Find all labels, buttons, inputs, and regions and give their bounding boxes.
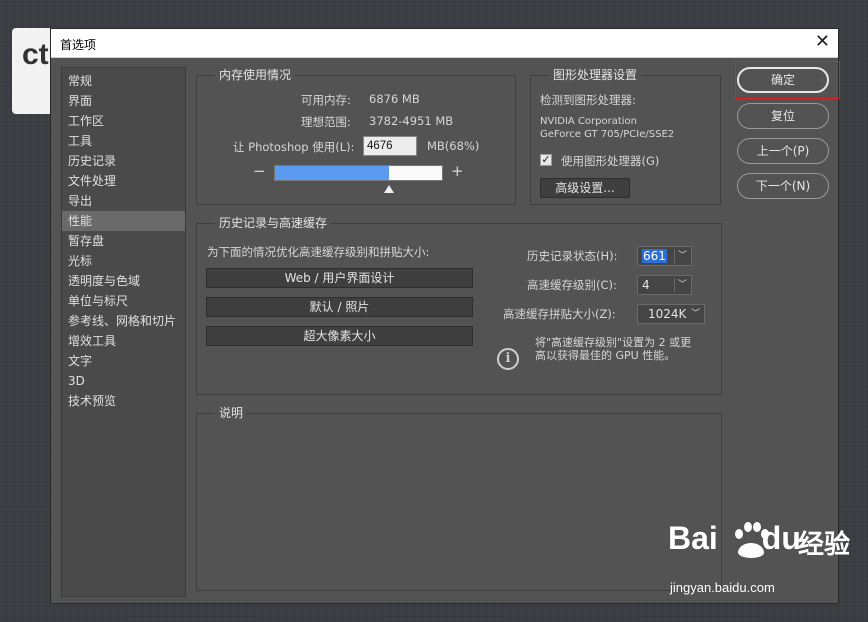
chevron-down-icon[interactable]: ﹀ <box>678 247 687 265</box>
title-bar: 首选项 ✕ <box>51 29 838 58</box>
gpu-tip-line2: 高以获得最佳的 GPU 性能。 <box>535 349 676 362</box>
memory-usage-input[interactable] <box>363 136 417 156</box>
sidebar-item[interactable]: 工作区 <box>62 111 185 131</box>
description-group: 说明 <box>196 406 722 591</box>
next-button[interactable]: 下一个(N) <box>737 173 829 199</box>
memory-slider-fill <box>275 166 389 180</box>
let-photoshop-use-label: 让 Photoshop 使用(L): <box>233 140 355 154</box>
sidebar-item[interactable]: 常规 <box>62 71 185 91</box>
description-title: 说明 <box>215 406 248 420</box>
increase-icon[interactable]: + <box>451 164 464 179</box>
tile-size-label: 高速缓存拼贴大小(Z): <box>503 307 616 321</box>
optimize-label: 为下面的情况优化高速缓存级别和拼贴大小: <box>207 245 430 259</box>
history-cache-title: 历史记录与高速缓存 <box>215 216 332 230</box>
watermark-url: jingyan.baidu.com <box>670 580 775 595</box>
sidebar-item[interactable]: 透明度与色域 <box>62 271 185 291</box>
sidebar-item[interactable]: 3D <box>62 371 185 391</box>
tile-size-select[interactable]: 1024K ﹀ <box>637 304 705 324</box>
chevron-down-icon[interactable]: ﹀ <box>678 276 687 294</box>
gpu-model: GeForce GT 705/PCIe/SSE2 <box>540 129 675 140</box>
sidebar-item[interactable]: 增效工具 <box>62 331 185 351</box>
sidebar-item[interactable]: 历史记录 <box>62 151 185 171</box>
close-icon[interactable]: ✕ <box>815 32 830 52</box>
sidebar-item[interactable]: 光标 <box>62 251 185 271</box>
paw-icon <box>735 522 769 558</box>
dialog-title: 首选项 <box>60 38 97 52</box>
history-states-label: 历史记录状态(H): <box>527 249 618 263</box>
preferences-sidebar: 常规 界面 工作区 工具 历史记录 文件处理 导出 性能 暂存盘 光标 透明度与色域 单位与标尺 参考线… <box>61 67 186 597</box>
tile-size-value: 1024K <box>648 307 687 321</box>
cache-levels-select[interactable]: 4 ﹀ <box>637 275 692 295</box>
sidebar-item[interactable]: 暂存盘 <box>62 231 185 251</box>
memory-slider-thumb[interactable] <box>383 185 394 193</box>
memory-usage-percent: MB(68%) <box>427 139 480 153</box>
decrease-icon[interactable]: − <box>253 164 266 179</box>
gpu-settings-title: 图形处理器设置 <box>549 68 642 82</box>
sidebar-item[interactable]: 导出 <box>62 191 185 211</box>
cache-levels-value: 4 <box>642 278 650 292</box>
sidebar-item[interactable]: 文字 <box>62 351 185 371</box>
gpu-vendor: NVIDIA Corporation <box>540 116 638 127</box>
info-icon: i <box>497 348 519 370</box>
sidebar-item[interactable]: 参考线、网格和切片 <box>62 311 185 331</box>
advanced-settings-button[interactable]: 高级设置... <box>540 178 630 198</box>
sidebar-item[interactable]: 界面 <box>62 91 185 111</box>
ideal-range-label: 理想范围: <box>301 115 351 129</box>
watermark-brand: 经验 <box>798 530 851 560</box>
available-memory-label: 可用内存: <box>301 93 351 107</box>
background-card-text: ct <box>22 38 49 71</box>
history-cache-group: 历史记录与高速缓存 为下面的情况优化高速缓存级别和拼贴大小: Web / 用户界… <box>196 216 722 395</box>
available-memory-value: 6876 MB <box>369 92 420 106</box>
history-states-value: 661 <box>642 249 667 263</box>
history-states-field[interactable]: 661 ﹀ <box>637 246 692 266</box>
field-divider <box>674 249 675 263</box>
sidebar-item[interactable]: 工具 <box>62 131 185 151</box>
previous-button[interactable]: 上一个(P) <box>737 138 829 164</box>
reset-button[interactable]: 复位 <box>737 103 829 129</box>
sidebar-item[interactable]: 技术预览 <box>62 391 185 411</box>
cache-levels-label: 高速缓存级别(C): <box>527 278 617 292</box>
use-gpu-checkbox[interactable]: ✓ <box>540 154 552 166</box>
memory-slider[interactable] <box>274 165 443 181</box>
preset-web-ui-button[interactable]: Web / 用户界面设计 <box>206 268 473 288</box>
sidebar-item[interactable]: 文件处理 <box>62 171 185 191</box>
gpu-settings-group: 图形处理器设置 检测到图形处理器: NVIDIA Corporation GeF… <box>530 68 721 205</box>
gpu-detected-label: 检测到图形处理器: <box>540 93 636 107</box>
chevron-down-icon[interactable]: ﹀ <box>691 305 700 323</box>
ok-button[interactable]: 确定 <box>737 67 829 93</box>
memory-usage-group: 内存使用情况 可用内存: 6876 MB 理想范围: 3782-4951 MB … <box>196 68 516 205</box>
memory-usage-title: 内存使用情况 <box>215 68 296 82</box>
use-gpu-label: 使用图形处理器(G) <box>561 154 660 168</box>
baidu-jingyan-watermark: Bai du 经验 jingyan.baidu.com <box>668 520 858 600</box>
sidebar-item[interactable]: 单位与标尺 <box>62 291 185 311</box>
preset-huge-pixel-button[interactable]: 超大像素大小 <box>206 326 473 346</box>
preset-default-photo-button[interactable]: 默认 / 照片 <box>206 297 473 317</box>
sidebar-item[interactable]: 性能 <box>62 211 185 231</box>
ideal-range-value: 3782-4951 MB <box>369 114 454 128</box>
preferences-dialog: 首选项 ✕ 常规 界面 工作区 工具 历史记录 文件处理 导出 性能 暂存盘 光标 透明度与色域 单位… <box>50 28 840 604</box>
field-divider <box>674 278 675 292</box>
